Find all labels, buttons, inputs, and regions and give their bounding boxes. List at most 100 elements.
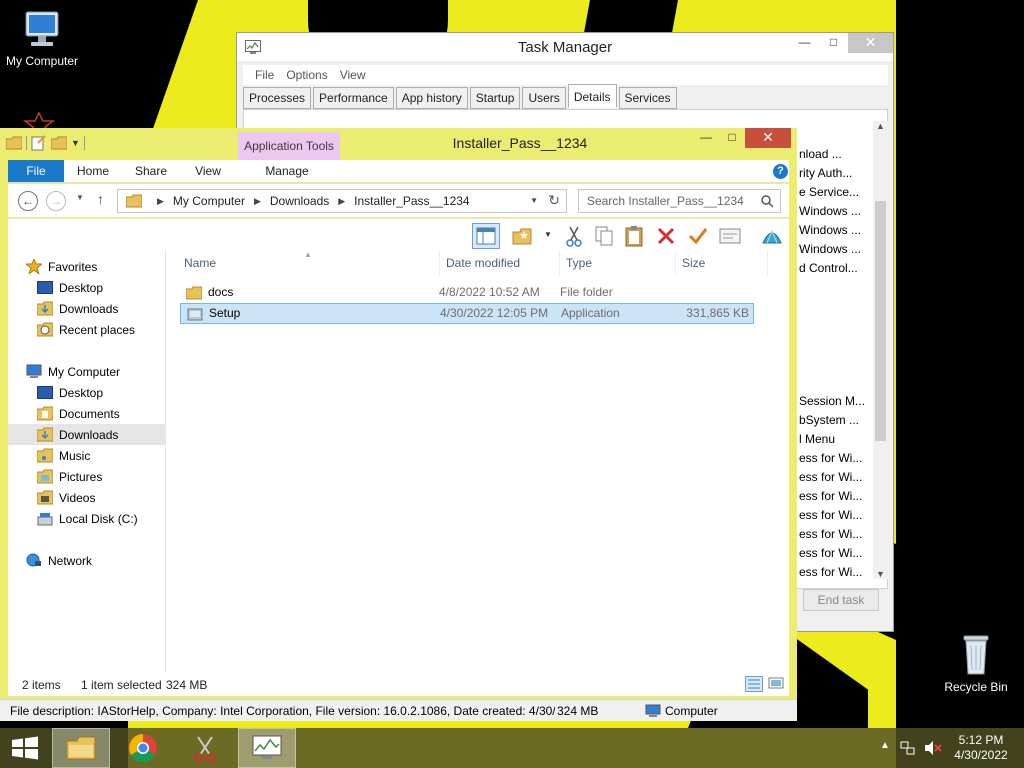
title-bar[interactable]: Task Manager — □ ✕ <box>237 33 893 61</box>
nav-pc-desktop[interactable]: Desktop <box>8 382 166 403</box>
organize-button[interactable] <box>508 223 536 249</box>
clock[interactable]: 5:12 PM 4/30/2022 <box>950 733 1012 763</box>
breadcrumb-my-computer[interactable]: My Computer <box>173 194 245 208</box>
file-row-setup[interactable]: Setup 4/30/2022 12:05 PM Application 331… <box>180 303 754 324</box>
nav-fav-downloads[interactable]: Downloads <box>8 298 166 319</box>
maximize-button[interactable]: □ <box>719 128 745 148</box>
tab-strip: Processes Performance App history Startu… <box>243 84 677 109</box>
back-button[interactable]: ← <box>18 191 38 211</box>
scroll-up-icon[interactable]: ▲ <box>873 121 888 131</box>
minimize-button[interactable]: — <box>693 128 719 148</box>
desktop-icon <box>37 386 53 399</box>
show-hidden-icons-icon[interactable]: ▲ <box>880 740 890 751</box>
file-list[interactable]: Name ▲ Date modified Type Size docs 4/8/… <box>166 250 789 672</box>
quick-access-toolbar: ▼ <box>6 135 85 151</box>
tab-view[interactable]: View <box>180 160 236 182</box>
nav-pc-documents[interactable]: Documents <box>8 403 166 424</box>
close-button[interactable]: ✕ <box>745 128 791 148</box>
tab-file[interactable]: File <box>8 160 64 182</box>
address-bar[interactable]: ▶ My Computer ▶ Downloads ▶ Installer_Pa… <box>117 189 567 213</box>
nav-pc-music[interactable]: Music <box>8 445 166 466</box>
taskbar-snipping-tool[interactable] <box>176 728 234 768</box>
nav-fav-recent[interactable]: Recent places <box>8 319 166 340</box>
process-description-cell: d Control... <box>799 261 858 275</box>
nav-network[interactable]: Network <box>8 550 166 571</box>
tab-share[interactable]: Share <box>122 160 180 182</box>
taskbar-chrome[interactable] <box>114 728 172 768</box>
up-arrow-icon[interactable]: ↑ <box>97 191 104 207</box>
column-header-date[interactable]: Date modified <box>440 250 560 276</box>
tab-manage[interactable]: Manage <box>236 160 338 182</box>
nav-my-computer[interactable]: My Computer <box>8 361 166 382</box>
scroll-down-icon[interactable]: ▼ <box>873 569 888 579</box>
properties-icon <box>719 228 741 244</box>
menu-options[interactable]: Options <box>280 65 333 85</box>
tab-startup[interactable]: Startup <box>469 87 521 109</box>
refresh-icon[interactable]: ↻ <box>548 192 560 209</box>
tab-app-history[interactable]: App history <box>395 87 468 109</box>
nav-pc-pictures[interactable]: Pictures <box>8 466 166 487</box>
maximize-button[interactable]: □ <box>819 33 848 53</box>
search-icon[interactable] <box>761 195 774 208</box>
nav-pc-local-disk[interactable]: Local Disk (C:) <box>8 508 166 529</box>
start-button[interactable] <box>0 728 50 768</box>
menu-file[interactable]: File <box>249 65 280 85</box>
file-explorer-window[interactable]: ▼ Application Tools Installer_Pass__1234… <box>0 128 797 721</box>
address-dropdown-icon[interactable]: ▼ <box>530 196 538 205</box>
tab-performance[interactable]: Performance <box>313 87 394 109</box>
file-row-docs[interactable]: docs 4/8/2022 10:52 AM File folder <box>180 283 754 304</box>
desktop-icon-my-computer[interactable]: My Computer <box>0 8 84 68</box>
tab-details[interactable]: Details <box>567 84 617 108</box>
status-bar: 2 items 1 item selected 324 MB <box>8 672 789 696</box>
minimize-button[interactable]: — <box>790 33 819 53</box>
tab-processes[interactable]: Processes <box>243 87 312 109</box>
column-header-size[interactable]: Size <box>676 250 768 276</box>
menu-view[interactable]: View <box>334 65 372 85</box>
paste-button[interactable] <box>620 223 648 249</box>
nav-item-label: Downloads <box>59 301 119 316</box>
nav-pc-videos[interactable]: Videos <box>8 487 166 508</box>
delete-button[interactable] <box>652 223 680 249</box>
breadcrumb-separator[interactable]: ▶ <box>157 196 164 207</box>
new-folder-icon[interactable] <box>51 136 67 150</box>
search-input[interactable]: Search Installer_Pass__1234 <box>578 189 781 213</box>
large-icons-view-icon[interactable] <box>768 676 786 692</box>
close-button[interactable]: ✕ <box>848 33 893 53</box>
taskbar-task-manager[interactable] <box>238 728 296 768</box>
network-icon[interactable] <box>900 740 916 756</box>
breadcrumb-separator[interactable]: ▶ <box>338 196 345 207</box>
recent-locations-icon[interactable]: ▼ <box>76 193 84 202</box>
navigation-pane[interactable]: Favorites Desktop Downloads Recent place… <box>8 250 166 672</box>
nav-fav-desktop[interactable]: Desktop <box>8 277 166 298</box>
command-toolbar: ▼ <box>8 218 789 250</box>
breadcrumb-downloads[interactable]: Downloads <box>270 194 329 208</box>
process-description-cell <box>799 373 869 392</box>
view-pane-button[interactable] <box>472 223 500 249</box>
forward-button[interactable]: → <box>46 191 66 211</box>
properties-icon[interactable] <box>31 135 47 151</box>
end-task-button[interactable]: End task <box>803 589 879 611</box>
help-icon[interactable]: ? <box>773 164 788 179</box>
breadcrumb-separator[interactable]: ▶ <box>254 196 261 207</box>
chevron-down-icon[interactable]: ▼ <box>544 230 552 239</box>
tab-home[interactable]: Home <box>64 160 122 182</box>
tab-users[interactable]: Users <box>522 87 566 109</box>
details-view-icon[interactable] <box>745 676 763 692</box>
copy-button[interactable] <box>590 223 618 249</box>
nav-favorites[interactable]: Favorites <box>8 256 166 277</box>
nav-pc-downloads[interactable]: Downloads <box>8 424 166 445</box>
tab-services[interactable]: Services <box>618 87 677 109</box>
vertical-scrollbar[interactable]: ▲ ▼ <box>873 121 888 579</box>
shell-extension-button[interactable] <box>758 223 786 249</box>
volume-muted-icon[interactable] <box>924 740 942 756</box>
column-header-type[interactable]: Type <box>560 250 676 276</box>
rename-button[interactable] <box>684 223 712 249</box>
desktop-icon-recycle-bin[interactable]: Recycle Bin <box>934 630 1018 694</box>
breadcrumb-installer[interactable]: Installer_Pass__1234 <box>354 194 469 208</box>
taskbar-file-explorer[interactable] <box>52 728 110 768</box>
title-bar[interactable]: ▼ Application Tools Installer_Pass__1234… <box>0 128 797 160</box>
chevron-down-icon[interactable]: ▼ <box>71 138 80 148</box>
properties-button[interactable] <box>716 223 744 249</box>
scroll-thumb[interactable] <box>875 201 886 441</box>
cut-button[interactable] <box>560 223 588 249</box>
